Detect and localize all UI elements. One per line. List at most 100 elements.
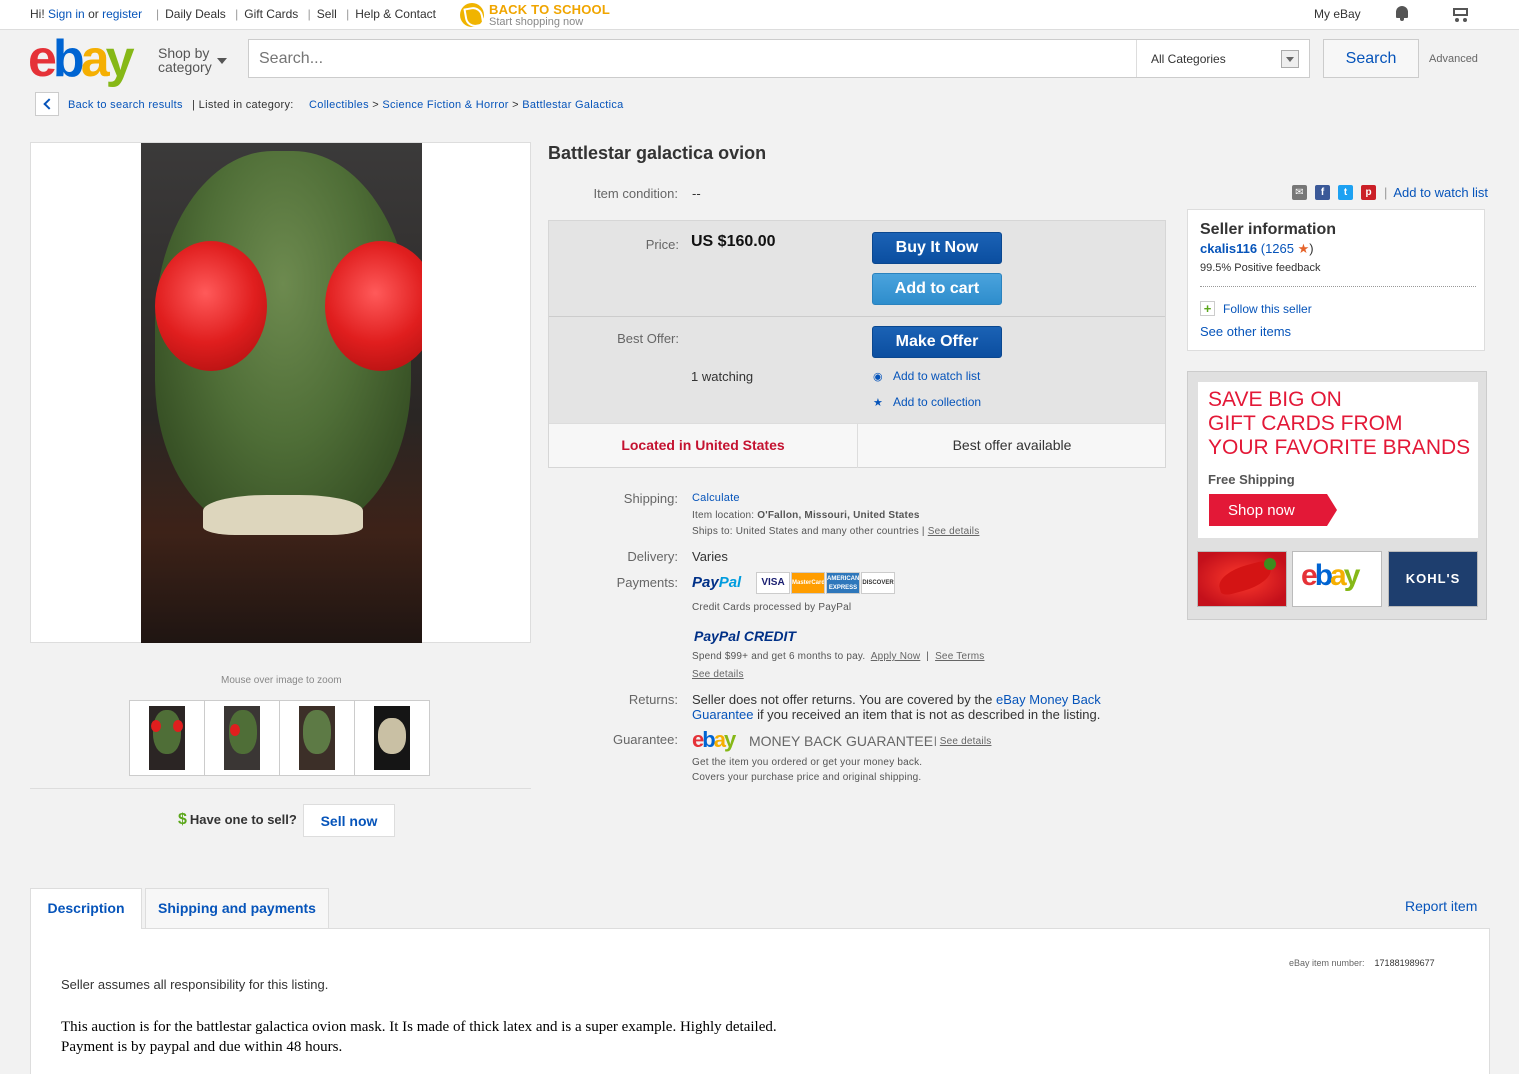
breadcrumb-sci-fi-horror[interactable]: Science Fiction & Horror — [382, 99, 508, 111]
twitter-icon[interactable]: t — [1338, 185, 1353, 200]
facebook-icon[interactable]: f — [1315, 185, 1330, 200]
chilis-gift-card[interactable] — [1197, 551, 1287, 607]
see-other-items-link[interactable]: See other items — [1200, 324, 1291, 339]
guarantee-line-2: Covers your purchase price and original … — [692, 772, 922, 783]
shop-by-category-button[interactable]: Shop by category — [158, 46, 212, 74]
ships-to: Ships to: United States and many other c… — [692, 526, 980, 537]
pinterest-icon[interactable]: p — [1361, 185, 1376, 200]
search-input[interactable] — [249, 40, 1135, 77]
feedback-score-link[interactable]: (1265 — [1261, 241, 1294, 256]
apply-now-link[interactable]: Apply Now — [871, 651, 921, 662]
thumbnail-4[interactable] — [354, 700, 430, 776]
item-location: Item location: O'Fallon, Missouri, Unite… — [692, 510, 920, 521]
returns-label: Returns: — [628, 692, 678, 707]
tab-shipping-payments[interactable]: Shipping and payments — [145, 888, 329, 928]
item-title: Battlestar galactica ovion — [548, 143, 767, 163]
calculate-shipping-link[interactable]: Calculate — [692, 492, 740, 504]
daily-deals-link[interactable]: Daily Deals — [165, 7, 226, 21]
advanced-search-link[interactable]: Advanced — [1429, 53, 1478, 65]
back-to-school-promo[interactable]: BACK TO SCHOOL — [489, 2, 610, 17]
dropdown-arrow-icon[interactable] — [1281, 50, 1299, 68]
amex-card-icon: AMERICAN EXPRESS — [826, 572, 860, 594]
search-button[interactable]: Search — [1323, 39, 1419, 78]
or-text: or — [88, 7, 99, 21]
seller-responsibility: Seller assumes all responsibility for th… — [61, 977, 329, 992]
cart-icon[interactable] — [1450, 6, 1470, 22]
guarantee-details: | See details — [934, 736, 992, 747]
description-panel: eBay item number: 171881989677 Seller ass… — [30, 928, 1490, 1074]
add-to-watch-list-link[interactable]: | Add to watch list — [1384, 185, 1488, 200]
divider — [30, 788, 531, 789]
breadcrumb-battlestar[interactable]: Battlestar Galactica — [522, 99, 623, 111]
follow-seller-link[interactable]: Follow this seller — [1223, 302, 1312, 316]
email-icon[interactable]: ✉ — [1292, 185, 1307, 200]
sign-in-link[interactable]: Sign in — [48, 7, 85, 21]
tab-description[interactable]: Description — [30, 888, 142, 929]
register-link[interactable]: register — [102, 7, 142, 21]
ovion-mask-photo[interactable] — [141, 143, 422, 643]
watching-count: 1 watching — [691, 369, 754, 384]
gift-card-ad[interactable]: SAVE BIG ON GIFT CARDS FROM YOUR FAVORIT… — [1187, 371, 1487, 620]
positive-feedback: 99.5% Positive feedback — [1200, 262, 1321, 274]
location-notice: Located in United States — [621, 437, 785, 453]
promo-subtitle[interactable]: Start shopping now — [489, 16, 583, 28]
ebay-gift-card[interactable]: ebay — [1292, 551, 1382, 607]
paypal-credit-offer: Spend $99+ and get 6 months to pay. Appl… — [692, 651, 985, 662]
guarantee-label: Guarantee: — [612, 732, 678, 747]
gift-cards-link[interactable]: Gift Cards — [244, 7, 298, 21]
paypal-logo: PayPal — [692, 574, 742, 591]
eye-icon: ◉ — [873, 371, 883, 383]
add-to-watch-list-small-link[interactable]: Add to watch list — [893, 369, 980, 383]
sell-link[interactable]: Sell — [317, 7, 337, 21]
thumbnail-2[interactable] — [204, 700, 280, 776]
feedback-star-icon: ★ — [1297, 241, 1310, 256]
see-details-guarantee-link[interactable]: See details — [940, 736, 992, 747]
price-value: US $160.00 — [691, 233, 776, 250]
bell-icon[interactable] — [1395, 6, 1409, 21]
thumbnail-1[interactable] — [129, 700, 205, 776]
kohls-gift-card[interactable]: KOHL'S — [1388, 551, 1478, 607]
add-to-collection-link[interactable]: Add to collection — [893, 395, 981, 409]
see-details-credit-link[interactable]: See details — [692, 669, 744, 680]
zoom-hint: Mouse over image to zoom — [221, 675, 342, 686]
main-item-image[interactable] — [30, 142, 531, 643]
make-offer-button[interactable]: Make Offer — [872, 326, 1002, 358]
sell-now-button[interactable]: Sell now — [303, 804, 395, 837]
returns-text: Seller does not offer returns. You are c… — [692, 692, 1101, 722]
breadcrumb: Back to search results | Listed in categ… — [68, 99, 624, 111]
seller-username-link[interactable]: ckalis116 — [1200, 241, 1257, 256]
report-item-link[interactable]: Report item — [1405, 898, 1477, 914]
have-one-to-sell: $ Have one to sell? — [178, 811, 297, 828]
back-arrow-icon[interactable] — [35, 92, 59, 116]
plus-icon[interactable]: + — [1200, 301, 1215, 316]
discover-card-icon: DISCOVER — [861, 572, 895, 594]
delivery-value: Varies — [692, 549, 728, 564]
seller-info-heading: Seller information — [1200, 221, 1337, 238]
item-number: eBay item number: 171881989677 — [1289, 958, 1435, 968]
ebay-logo[interactable]: ebay — [28, 31, 135, 87]
visa-card-icon: VISA — [756, 572, 790, 594]
see-terms-link[interactable]: See Terms — [935, 651, 984, 662]
greeting-text: Hi! — [30, 7, 45, 21]
item-description: This auction is for the battlestar galac… — [61, 1019, 777, 1055]
best-offer-label: Best Offer: — [617, 331, 679, 346]
thumbnail-3[interactable] — [279, 700, 355, 776]
cards-processed-note: Credit Cards processed by PayPal — [692, 602, 852, 613]
caret-down-icon[interactable] — [217, 58, 227, 64]
help-contact-link[interactable]: Help & Contact — [355, 7, 436, 21]
breadcrumb-collectibles[interactable]: Collectibles — [309, 99, 369, 111]
my-ebay-link[interactable]: My eBay — [1314, 7, 1361, 21]
seller-username: ckalis116 (1265 ★) — [1200, 241, 1314, 256]
payments-label: Payments: — [616, 575, 678, 590]
add-to-cart-button[interactable]: Add to cart — [872, 273, 1002, 305]
ad-headline: SAVE BIG ON GIFT CARDS FROM YOUR FAVORIT… — [1208, 388, 1471, 459]
category-select[interactable]: All Categories — [1136, 40, 1309, 77]
shop-now-button[interactable]: Shop now — [1209, 494, 1337, 526]
buy-it-now-button[interactable]: Buy It Now — [872, 232, 1002, 264]
leaf-icon[interactable] — [460, 3, 484, 27]
delivery-label: Delivery: — [627, 549, 678, 564]
see-details-shipping-link[interactable]: See details — [928, 526, 980, 537]
search-bar: All Categories — [248, 39, 1310, 78]
best-offer-available: Best offer available — [952, 437, 1072, 453]
back-to-search-link[interactable]: Back to search results — [68, 99, 183, 111]
